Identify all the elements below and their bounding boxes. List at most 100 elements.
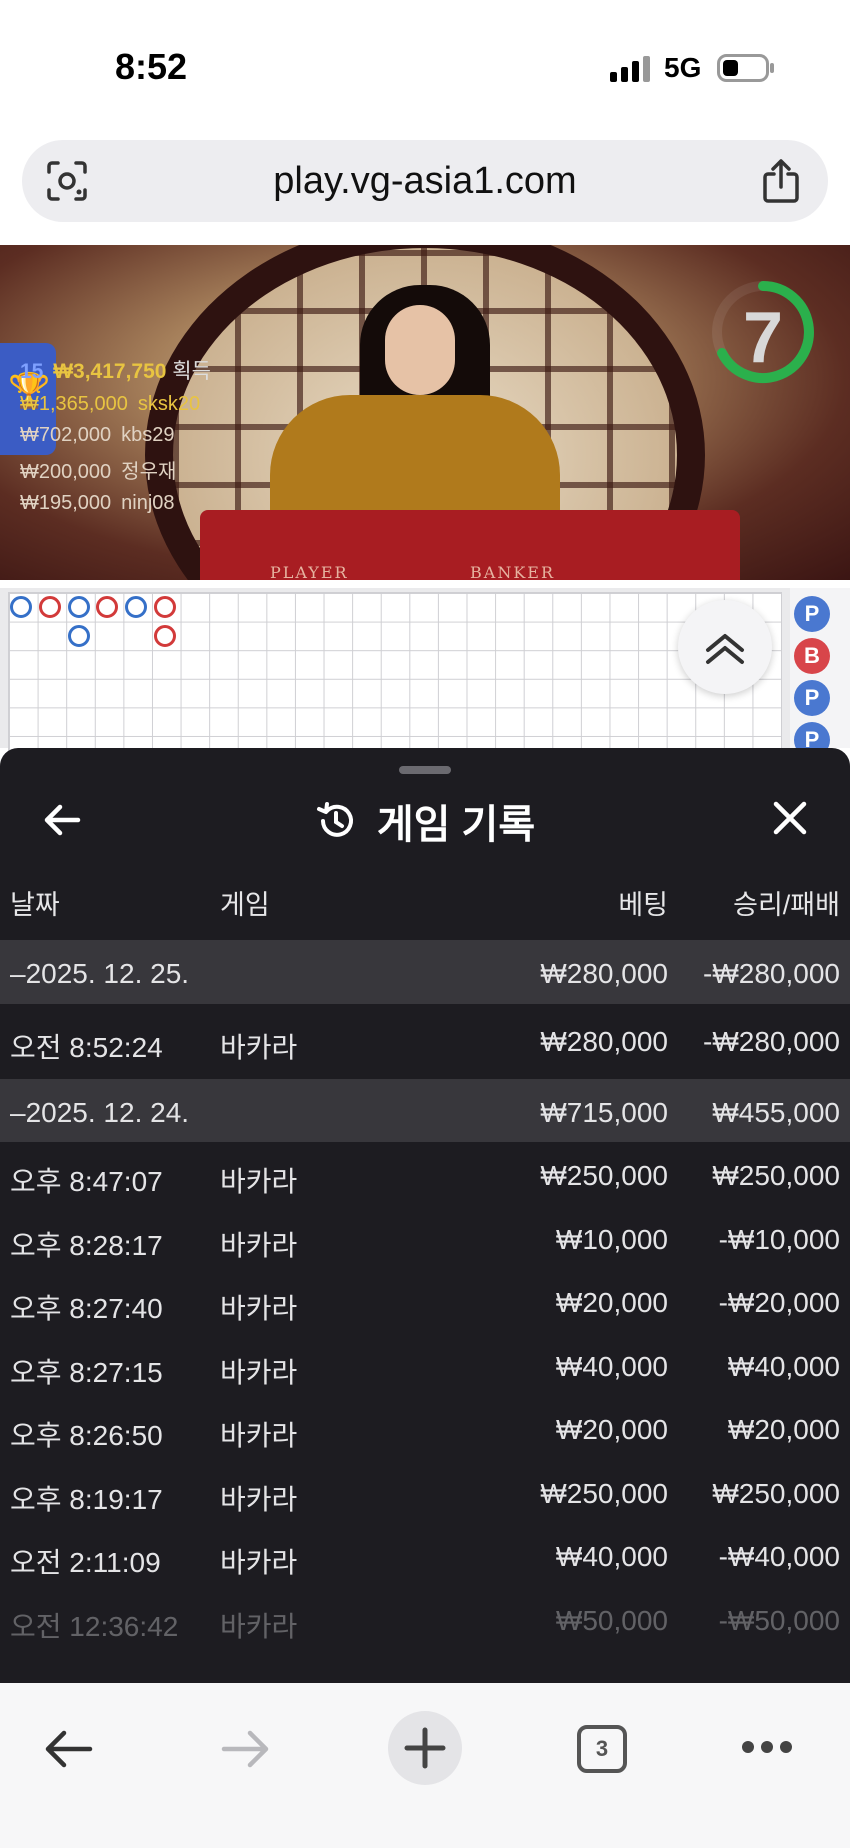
winner-name: kbs29 xyxy=(121,424,175,446)
new-tab-button[interactable] xyxy=(388,1711,462,1785)
row-time: 오전 12:36:42 xyxy=(10,1610,179,1642)
row-bet: ₩10,000 xyxy=(555,1223,668,1255)
dealer-face xyxy=(385,305,455,395)
row-game: 바카라 xyxy=(220,1356,298,1388)
browser-back-icon[interactable] xyxy=(42,1727,94,1771)
road-grid xyxy=(8,592,782,752)
share-icon[interactable] xyxy=(760,158,802,204)
column-header-result: 승리/패배 xyxy=(733,890,840,920)
close-icon[interactable] xyxy=(768,796,812,840)
url-text[interactable]: play.vg-asia1.com xyxy=(22,160,828,203)
winner-amount: ₩702,000 xyxy=(20,424,112,446)
row-bet: ₩50,000 xyxy=(555,1604,668,1636)
group-date: –2025. 12. 24. xyxy=(10,1096,190,1128)
row-game: 바카라 xyxy=(220,1293,298,1324)
row-game: 바카라 xyxy=(220,1031,298,1063)
row-time: 오전 8:52:24 xyxy=(10,1031,163,1063)
row-game: 바카라 xyxy=(220,1610,298,1642)
winner-name: 정우재 xyxy=(121,461,177,483)
row-result: -₩10,000 xyxy=(718,1223,840,1255)
sheet-drag-handle[interactable] xyxy=(399,766,451,774)
group-date: –2025. 12. 25. xyxy=(10,958,190,989)
history-icon xyxy=(316,802,353,837)
road-mark-player xyxy=(68,596,90,618)
result-chip: P xyxy=(794,596,830,632)
cellular-signal-icon xyxy=(610,56,650,82)
result-chip: B xyxy=(794,638,830,674)
plus-icon xyxy=(404,1727,446,1769)
group-bet-total: ₩280,000 xyxy=(540,958,668,989)
table-label-player: PLAYER xyxy=(270,563,349,580)
table-row[interactable]: 오후 8:47:07 바카라 ₩250,000 ₩250,000 xyxy=(0,1142,850,1206)
row-result: ₩40,000 xyxy=(727,1350,840,1382)
row-bet: ₩20,000 xyxy=(555,1287,668,1318)
winner-name: sksk20 xyxy=(137,393,201,415)
top-winner-rank: 15 xyxy=(20,360,44,383)
countdown-number: 7 xyxy=(742,298,784,378)
game-history-sheet: 게임 기록 날짜 게임 베팅 승리/패배 –2025. 12. 25. ₩280… xyxy=(0,748,850,1683)
battery-icon xyxy=(717,54,774,82)
row-result: -₩280,000 xyxy=(703,1025,840,1057)
row-time: 오후 8:47:07 xyxy=(10,1166,163,1197)
winner-row: ₩1,365,000 sksk20 xyxy=(20,393,211,416)
status-bar: 8:52 5G xyxy=(0,0,850,130)
row-time: 오후 8:26:50 xyxy=(10,1420,163,1451)
tab-switcher-button[interactable]: 3 xyxy=(577,1725,627,1773)
date-group-row[interactable]: –2025. 12. 24. ₩715,000 ₩455,000 xyxy=(0,1078,850,1142)
live-video-stream[interactable]: PLAYER BANKER 7 🏆 15 ₩3,417,750 획득 ₩1,36… xyxy=(0,245,850,580)
row-time: 오후 8:27:15 xyxy=(10,1356,163,1388)
road-mark-player xyxy=(10,596,32,618)
top-winner-amount: ₩3,417,750 xyxy=(53,360,167,383)
road-mark-banker xyxy=(39,596,61,618)
table-row[interactable]: 오후 8:27:15 바카라 ₩40,000 ₩40,000 xyxy=(0,1333,850,1397)
sheet-title: 게임 기록 xyxy=(376,803,536,847)
date-group-row[interactable]: –2025. 12. 25. ₩280,000 -₩280,000 xyxy=(0,940,850,1004)
winner-name: ninj08 xyxy=(121,492,175,514)
group-result-total: ₩455,000 xyxy=(712,1096,840,1128)
table-row[interactable]: 오후 8:19:17 바카라 ₩250,000 ₩250,000 xyxy=(0,1460,850,1524)
column-header-bet: 베팅 xyxy=(618,890,668,920)
history-table: –2025. 12. 25. ₩280,000 -₩280,000 오전 8:5… xyxy=(0,940,850,1650)
expand-roadmap-button[interactable] xyxy=(678,600,772,694)
row-game: 바카라 xyxy=(220,1547,298,1578)
row-bet: ₩250,000 xyxy=(540,1160,668,1191)
row-time: 오후 8:19:17 xyxy=(10,1483,163,1515)
table-row[interactable]: 오전 12:36:42 바카라 ₩50,000 -₩50,000 xyxy=(0,1587,850,1651)
column-header-game: 게임 xyxy=(220,890,270,920)
table-row[interactable]: 오전 8:52:24 바카라 ₩280,000 -₩280,000 xyxy=(0,1004,850,1079)
row-result: -₩50,000 xyxy=(718,1604,840,1636)
result-chips-column: P B P P xyxy=(790,588,850,758)
row-game: 바카라 xyxy=(220,1483,298,1515)
address-bar[interactable]: play.vg-asia1.com xyxy=(22,140,828,222)
table-row[interactable]: 오후 8:27:40 바카라 ₩20,000 -₩20,000 xyxy=(0,1269,850,1333)
row-time: 오전 2:11:09 xyxy=(10,1547,161,1578)
network-type: 5G xyxy=(664,52,702,83)
browser-toolbar: 3 xyxy=(0,1683,850,1848)
winner-row: ₩200,000 정우재 xyxy=(20,455,211,484)
road-mark-player xyxy=(125,596,147,618)
row-result: ₩20,000 xyxy=(727,1414,840,1445)
winners-list: 15 ₩3,417,750 획득 ₩1,365,000 sksk20 ₩702,0… xyxy=(20,355,211,515)
table-row[interactable]: 오후 8:26:50 바카라 ₩20,000 ₩20,000 xyxy=(0,1396,850,1460)
row-result: -₩20,000 xyxy=(718,1287,840,1318)
top-winner-suffix: 획득 xyxy=(172,360,211,383)
double-chevron-up-icon xyxy=(706,634,744,664)
top-winner: 15 ₩3,417,750 획득 xyxy=(20,355,211,385)
row-result: -₩40,000 xyxy=(718,1541,840,1572)
table-row[interactable]: 오전 2:11:09 바카라 ₩40,000 -₩40,000 xyxy=(0,1523,850,1587)
row-game: 바카라 xyxy=(220,1229,298,1261)
winner-amount: ₩195,000 xyxy=(20,492,112,514)
sheet-header: 게임 기록 xyxy=(0,792,850,850)
winner-row: ₩702,000 kbs29 xyxy=(20,424,211,447)
row-game: 바카라 xyxy=(220,1166,298,1197)
table-row[interactable]: 오후 8:28:17 바카라 ₩10,000 -₩10,000 xyxy=(0,1206,850,1270)
row-time: 오후 8:27:40 xyxy=(10,1293,163,1324)
browser-forward-icon[interactable] xyxy=(220,1727,272,1771)
status-time: 8:52 xyxy=(115,46,188,87)
row-bet: ₩40,000 xyxy=(555,1350,668,1382)
bead-road: P B P P xyxy=(0,588,850,758)
row-result: ₩250,000 xyxy=(712,1477,840,1509)
more-menu-icon[interactable] xyxy=(740,1739,794,1755)
road-mark-player xyxy=(68,625,90,647)
road-mark-banker xyxy=(154,596,176,618)
